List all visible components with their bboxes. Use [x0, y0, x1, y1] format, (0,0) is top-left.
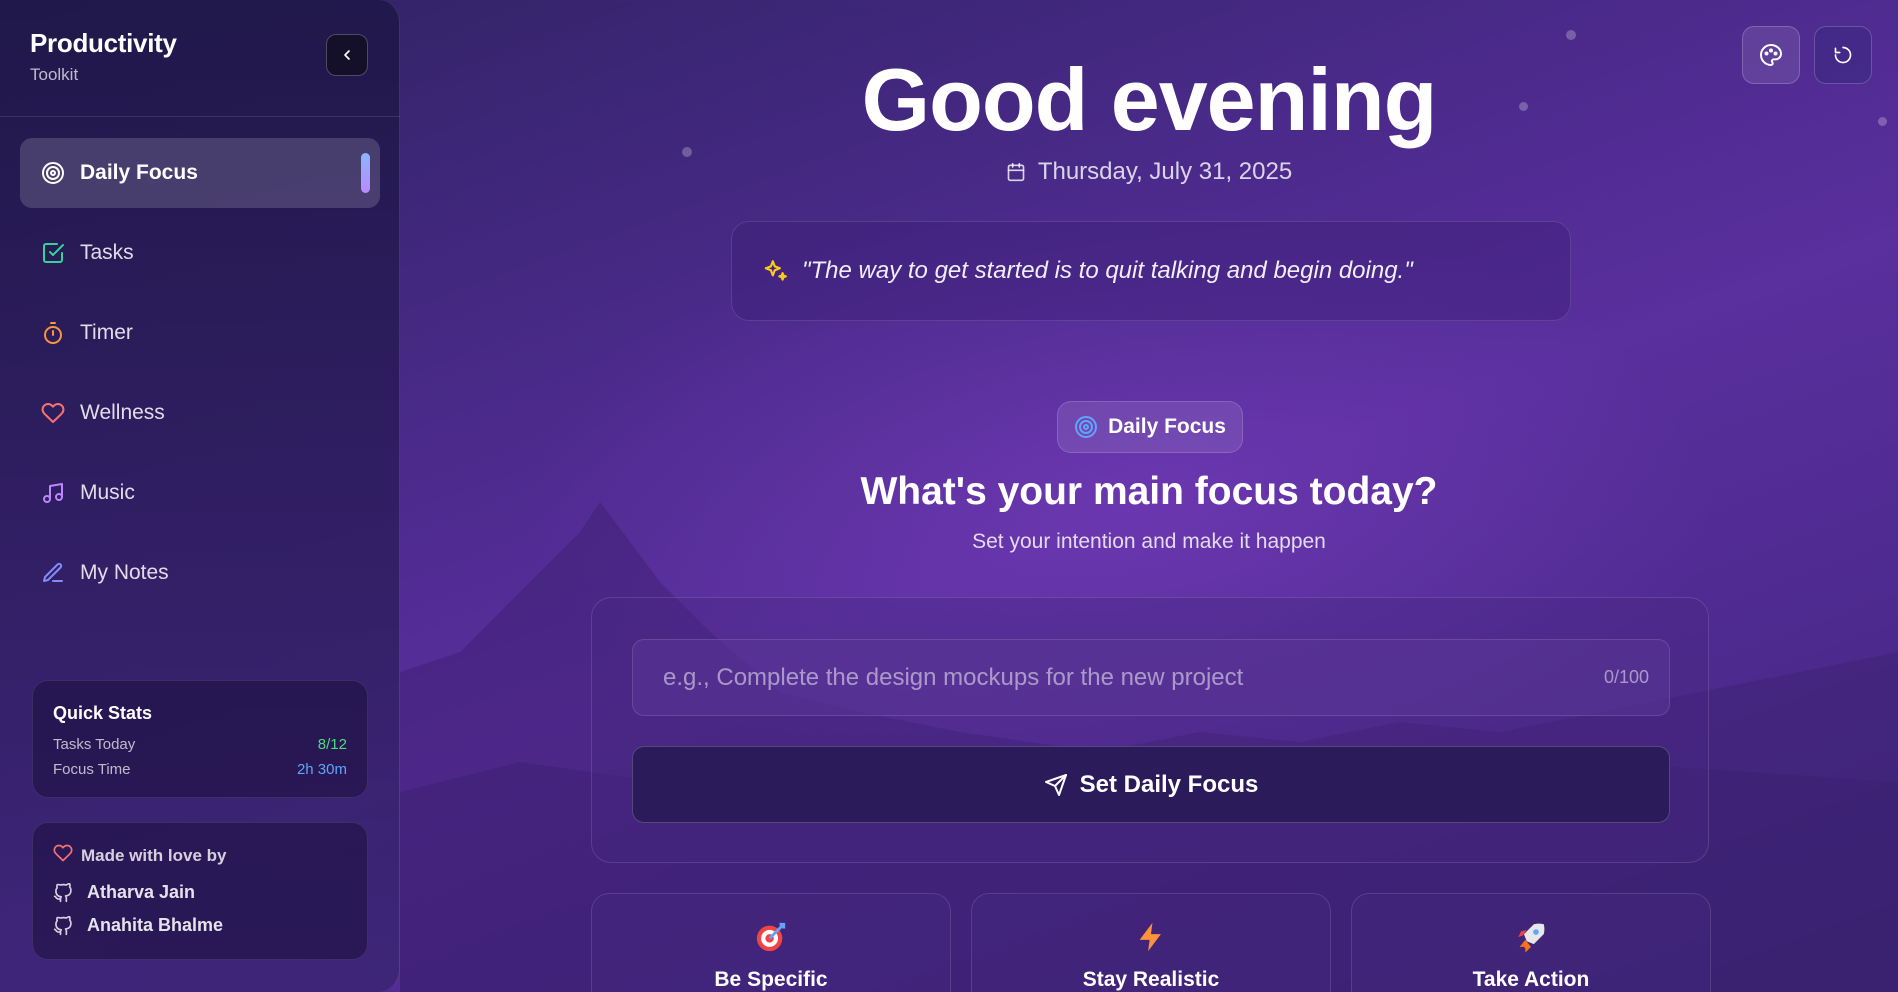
author-link[interactable]: Anahita Bhalme [53, 915, 347, 936]
sidebar-item-label: Tasks [80, 241, 134, 264]
tip-card-take-action: Take Action [1351, 893, 1711, 992]
target-icon [1074, 415, 1098, 439]
send-icon [1044, 773, 1068, 797]
greeting-title: Good evening [861, 50, 1438, 149]
quote-card: "The way to get started is to quit talki… [731, 221, 1571, 321]
brand-title: Productivity [30, 28, 177, 58]
lightning-icon [972, 920, 1330, 954]
credits-title-text: Made with love by [81, 845, 227, 865]
checkbox-icon [40, 240, 66, 266]
github-icon [53, 882, 73, 903]
stat-row: Tasks Today 8/12 [53, 736, 347, 753]
focus-heading: What's your main focus today? [860, 470, 1438, 513]
active-indicator [361, 153, 370, 193]
author-name: Atharva Jain [87, 882, 196, 902]
brand-subtitle: Toolkit [30, 65, 79, 84]
sidebar-item-music[interactable]: Music [20, 458, 380, 528]
collapse-sidebar-button[interactable] [326, 34, 368, 76]
tip-card-stay-realistic: Stay Realistic [971, 893, 1331, 992]
sparkles-icon [762, 258, 788, 284]
heart-icon [53, 843, 73, 868]
sidebar-item-timer[interactable]: Timer [20, 298, 380, 368]
author-name: Anahita Bhalme [87, 915, 224, 935]
sidebar-item-daily-focus[interactable]: Daily Focus [20, 138, 380, 208]
focus-input-wrapper: 0/100 [632, 639, 1670, 716]
sidebar-item-label: My Notes [80, 561, 169, 584]
stat-value: 2h 30m [296, 761, 347, 778]
stat-label: Tasks Today [53, 736, 136, 753]
set-daily-focus-button[interactable]: Set Daily Focus [632, 746, 1670, 823]
tip-label: Take Action [1472, 968, 1590, 991]
sidebar-item-label: Wellness [80, 401, 165, 424]
date-display: Thursday, July 31, 2025 [400, 158, 1898, 186]
quote-text: "The way to get started is to quit talki… [802, 257, 1413, 284]
focus-input[interactable] [663, 663, 1604, 692]
author-link[interactable]: Atharva Jain [53, 882, 347, 903]
credits-card: Made with love by Atharva Jain Anahita B… [32, 822, 368, 960]
github-icon [53, 915, 73, 936]
date-text: Thursday, July 31, 2025 [1037, 158, 1293, 185]
sidebar-item-label: Timer [80, 321, 133, 344]
section-badge: Daily Focus [1057, 401, 1243, 453]
stat-label: Focus Time [53, 761, 131, 778]
target-icon [40, 160, 66, 186]
brand: Productivity Toolkit [30, 28, 177, 85]
rocket-icon [1352, 920, 1710, 954]
stat-value: 8/12 [317, 736, 347, 753]
music-note-icon [40, 480, 66, 506]
set-daily-focus-label: Set Daily Focus [1079, 770, 1259, 798]
quick-stats-card: Quick Stats Tasks Today 8/12 Focus Time … [32, 680, 368, 798]
sidebar-item-label: Music [80, 481, 135, 504]
calendar-icon [1006, 162, 1026, 182]
tip-label: Be Specific [714, 968, 828, 991]
stat-row: Focus Time 2h 30m [53, 761, 347, 778]
focus-subheading: Set your intention and make it happen [972, 530, 1326, 553]
tip-card-be-specific: Be Specific [591, 893, 951, 992]
chevron-left-icon [344, 50, 350, 60]
tip-label: Stay Realistic [1082, 968, 1220, 991]
sidebar-item-wellness[interactable]: Wellness [20, 378, 380, 448]
focus-form-card: 0/100 Set Daily Focus [591, 597, 1709, 863]
section-badge-label: Daily Focus [1108, 415, 1226, 438]
heart-icon [40, 400, 66, 426]
sidebar-item-tasks[interactable]: Tasks [20, 218, 380, 288]
pen-icon [40, 560, 66, 586]
sidebar-nav: Daily Focus Tasks Timer Wellness Music M… [20, 138, 380, 618]
sidebar: Productivity Toolkit Daily Focus Tasks T… [0, 0, 400, 992]
decor-dot [1566, 30, 1576, 40]
bullseye-dart-icon [592, 920, 950, 954]
credits-title: Made with love by [53, 843, 347, 868]
sidebar-divider [0, 116, 400, 117]
character-counter: 0/100 [1603, 667, 1649, 687]
sidebar-item-label: Daily Focus [80, 161, 198, 184]
quick-stats-title: Quick Stats [53, 703, 153, 723]
sidebar-item-my-notes[interactable]: My Notes [20, 538, 380, 608]
stopwatch-icon [40, 320, 66, 346]
